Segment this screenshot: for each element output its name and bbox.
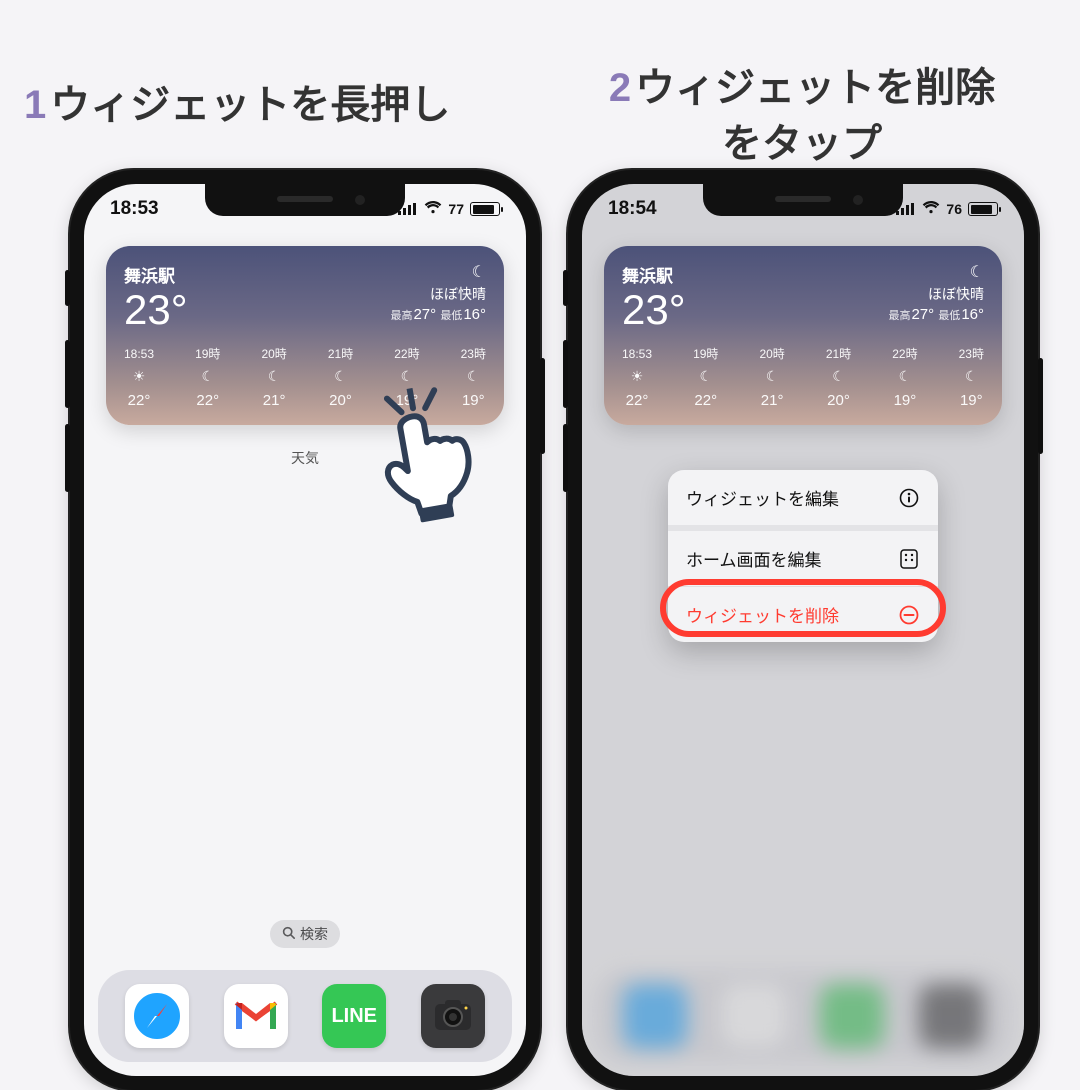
app-camera[interactable] [421,984,485,1048]
volume-down-button[interactable] [563,424,568,492]
wifi-icon [424,201,442,218]
moon-icon: ☾ [261,366,286,387]
wifi-icon [922,201,940,218]
spotlight-search[interactable]: 検索 [270,920,340,948]
info-icon [898,487,920,509]
menu-label: ウィジェットを削除 [686,602,839,627]
hour-item: 20時☾21° [759,345,784,413]
speaker [775,196,831,202]
mute-switch[interactable] [563,270,568,306]
moon-icon: ☾ [394,366,419,387]
weather-widget[interactable]: 舞浜駅 23° ☾ ほぼ快晴 最高27° 最低16° 18:53☀︎22° 19… [604,246,1002,425]
clock: 18:53 [110,198,159,220]
hour-item: 22時☾19° [892,345,917,413]
power-button[interactable] [1038,358,1043,454]
step2-number: 2 [609,66,631,110]
step1-number: 1 [24,83,46,127]
menu-edit-widget[interactable]: ウィジェットを編集 [668,470,938,525]
step2-text-line1: ウィジェットを削除 [635,66,995,110]
search-label: 検索 [300,924,328,944]
hour-item: 23時☾19° [959,345,984,413]
app-gmail[interactable] [224,984,288,1048]
step1-text: ウィジェットを長押し [50,83,450,127]
notch [703,184,903,216]
battery-level: 77 [448,201,464,217]
power-button[interactable] [540,358,545,454]
hour-item: 18:53☀︎22° [622,345,652,413]
phone2-screen: 18:54 76 舞浜駅 23° ☾ ほぼ快晴 [582,184,1024,1076]
volume-up-button[interactable] [65,340,70,408]
volume-up-button[interactable] [563,340,568,408]
step1-label: 1ウィジェットを長押し [24,72,450,130]
notch [205,184,405,216]
moon-icon: ☾ [826,366,851,387]
moon-icon: ☾ [390,262,486,282]
app-line[interactable]: LINE [322,984,386,1048]
phone1-screen: 18:53 77 舞浜駅 23° ☾ ほぼ快晴 [84,184,526,1076]
weather-location: 舞浜駅 [622,262,686,287]
menu-label: ウィジェットを編集 [686,485,839,510]
search-icon [282,926,295,942]
weather-condition: ほぼ快晴 [390,284,486,304]
hour-item: 19時☾22° [195,345,220,413]
volume-down-button[interactable] [65,424,70,492]
weather-location: 舞浜駅 [124,262,188,287]
hour-item: 21時☾20° [826,345,851,413]
phone-frame-1: 18:53 77 舞浜駅 23° ☾ ほぼ快晴 [70,170,540,1090]
menu-label: ホーム画面を編集 [686,546,822,571]
moon-icon: ☾ [195,366,220,387]
hour-item: 19時☾22° [693,345,718,413]
step2-text-line2: をタップ [722,122,882,166]
weather-hilo: 最高27° 最低16° [888,306,984,323]
moon-icon: ☾ [888,262,984,282]
app-safari[interactable] [125,984,189,1048]
sunset-icon: ☀︎ [124,366,154,387]
moon-icon: ☾ [759,366,784,387]
menu-delete-widget[interactable]: ウィジェットを削除 [668,586,938,642]
weather-hilo: 最高27° 最低16° [390,306,486,323]
menu-edit-home[interactable]: ホーム画面を編集 [668,525,938,586]
apps-grid-icon [898,548,920,570]
phone-frame-2: 18:54 76 舞浜駅 23° ☾ ほぼ快晴 [568,170,1038,1090]
speaker [277,196,333,202]
weather-hourly: 18:53☀︎22° 19時☾22° 20時☾21° 21時☾20° 22時☾1… [622,345,984,413]
context-menu: ウィジェットを編集 ホーム画面を編集 ウィジェットを削除 [668,470,938,642]
weather-temp: 23° [124,289,188,331]
hour-item: 21時☾20° [328,345,353,413]
battery-icon [968,202,998,216]
moon-icon: ☾ [959,366,984,387]
step2-label: 2ウィジェットを削除 をタップ [552,60,1052,172]
mute-switch[interactable] [65,270,70,306]
hour-item: 18:53☀︎22° [124,345,154,413]
weather-condition: ほぼ快晴 [888,284,984,304]
dock: LINE [98,970,512,1062]
sunset-icon: ☀︎ [622,366,652,387]
tap-hand-icon [358,377,501,541]
moon-icon: ☾ [892,366,917,387]
weather-temp: 23° [622,289,686,331]
battery-level: 76 [946,201,962,217]
moon-icon: ☾ [328,366,353,387]
moon-icon: ☾ [693,366,718,387]
battery-icon [470,202,500,216]
hour-item: 20時☾21° [261,345,286,413]
clock: 18:54 [608,198,657,220]
minus-circle-icon [898,604,920,626]
